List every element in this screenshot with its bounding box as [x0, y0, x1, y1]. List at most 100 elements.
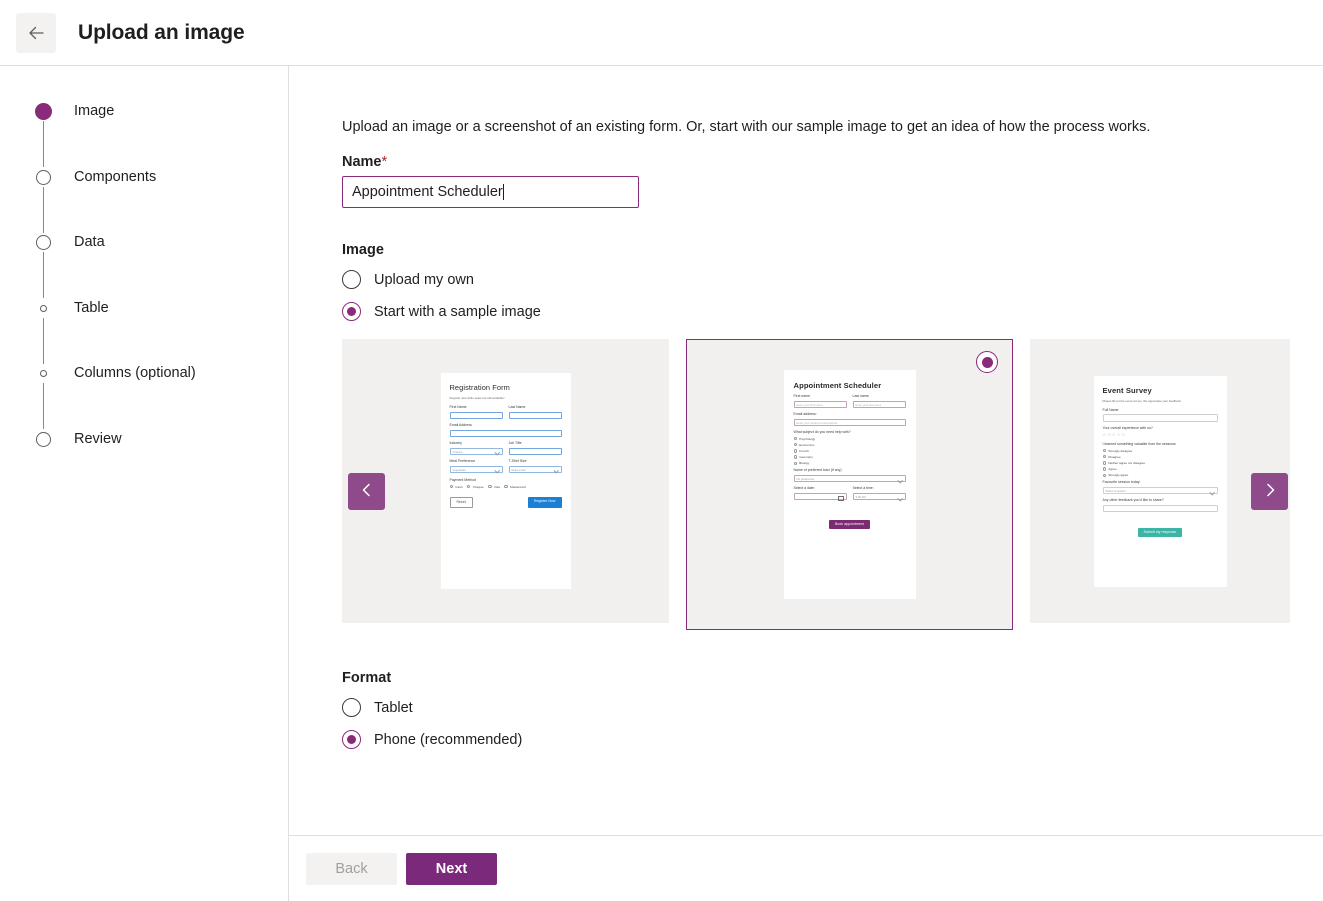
main-scroll-area: Upload an image or a screenshot of an ex… — [289, 66, 1323, 835]
preview-label: Meal Preference — [449, 459, 476, 463]
preview-radio: Economics — [793, 442, 906, 447]
radio-start-with-sample[interactable]: Start with a sample image — [342, 302, 1323, 321]
preview-radio: Neither agree nor disagree — [1102, 461, 1218, 465]
preview-radio-label: Strongly disagree — [1108, 448, 1133, 453]
radio-label: Phone (recommended) — [374, 731, 523, 748]
back-button[interactable]: Back — [306, 852, 397, 885]
preview-subtitle: Please fill out the event survey. We app… — [1102, 398, 1182, 403]
preview-select: Finance — [449, 447, 503, 455]
step-connector — [43, 252, 45, 298]
preview-reset-button: Reset — [449, 496, 473, 508]
preview-label: First name — [793, 394, 811, 398]
next-button[interactable]: Next — [406, 852, 497, 885]
radio-label: Upload my own — [374, 271, 474, 288]
preview-label: Email address: — [793, 412, 817, 416]
preview-radio-label: Cheque — [472, 484, 484, 489]
step-connector — [43, 186, 45, 233]
preview-button-row: Submit my response — [1103, 520, 1218, 538]
preview-label: Email Address — [449, 423, 472, 427]
preview-radio-label: Mastercard — [510, 484, 526, 489]
preview-input — [508, 411, 562, 419]
preview-radio-label: Strongly agree — [1108, 473, 1129, 478]
preview-input — [1102, 414, 1218, 422]
sample-image-carousel: Registration Form Register now while sea… — [342, 339, 1294, 630]
preview-radio-label: Cash — [455, 484, 463, 489]
preview-label: Your overall experience with us? — [1102, 425, 1153, 430]
sidebar-step-label: Table — [74, 299, 109, 316]
preview-select-value: No preference — [796, 476, 815, 481]
preview-input — [508, 447, 562, 455]
appointment-scheduler-preview: Appointment Scheduler First name Enter y… — [783, 370, 916, 599]
name-field-label: Name* — [342, 154, 1323, 170]
required-asterisk: * — [381, 154, 388, 170]
preview-label: Job Title — [508, 441, 522, 445]
preview-title: Event Survey — [1102, 385, 1152, 395]
step-marker — [35, 168, 52, 186]
chevron-right-icon — [1262, 482, 1278, 501]
preview-select-value: 9:00 AM — [855, 494, 866, 499]
radio-format-tablet[interactable]: Tablet — [342, 698, 1323, 717]
preview-radio: Cash — [449, 484, 463, 489]
wizard-footer: Back Next — [289, 835, 1323, 901]
preview-radio-label: French — [799, 448, 809, 453]
sidebar-step-columns[interactable]: Columns (optional) — [35, 363, 288, 429]
preview-button-row: Reset Register Now — [449, 496, 562, 508]
step-connector — [43, 317, 45, 364]
preview-radio-label: Visa — [493, 484, 500, 489]
preview-radio: Cheque — [467, 485, 484, 489]
preview-submit-button: Book appointment — [829, 519, 870, 529]
sidebar-step-image[interactable]: Image — [35, 101, 288, 167]
preview-select: Select a session — [1102, 486, 1218, 495]
radio-upload-my-own[interactable]: Upload my own — [342, 270, 1323, 289]
back-arrow-button[interactable] — [16, 12, 56, 53]
preview-input — [1102, 504, 1218, 513]
name-input[interactable]: Appointment Scheduler — [342, 176, 639, 208]
preview-select: No preference — [793, 474, 906, 483]
preview-label: Name of preferred tutor (if any) — [793, 468, 842, 473]
preview-radio-label: Geometry — [799, 455, 813, 460]
sample-card-selected-radio-icon[interactable] — [976, 351, 998, 373]
preview-radio: Biology — [793, 461, 906, 465]
preview-radio: Visa — [488, 485, 500, 489]
preview-select-value: Finance — [452, 449, 463, 454]
preview-placeholder: Enter your last name — [855, 402, 882, 407]
step-marker-sub — [35, 299, 52, 317]
event-survey-preview: Event Survey Please fill out the event s… — [1093, 375, 1227, 587]
sidebar-step-table[interactable]: Table — [35, 298, 288, 364]
sidebar-step-components[interactable]: Components — [35, 167, 288, 233]
preview-placeholder: Enter your student email address — [796, 420, 838, 425]
preview-select-value: Vegetarian — [452, 467, 466, 472]
preview-radio-label: Agree — [1108, 467, 1117, 472]
preview-radio-group: Psychology Economics French Geometry Bio… — [793, 437, 906, 465]
radio-format-phone[interactable]: Phone (recommended) — [342, 730, 1323, 749]
step-marker-active — [35, 103, 52, 120]
preview-radio: Strongly disagree — [1102, 448, 1218, 453]
carousel-prev-button[interactable] — [348, 473, 385, 510]
sidebar-step-review[interactable]: Review — [35, 429, 288, 495]
preview-input — [449, 411, 503, 419]
radio-icon — [342, 270, 361, 289]
sidebar-step-label: Image — [74, 103, 115, 119]
preview-select: Vegetarian — [449, 465, 503, 473]
sample-card-registration-form[interactable]: Registration Form Register now while sea… — [342, 339, 669, 623]
format-section-title: Format — [342, 670, 392, 686]
preview-select: 9:00 AM — [852, 492, 906, 501]
sample-card-appointment-scheduler[interactable]: Appointment Scheduler First name Enter y… — [686, 339, 1013, 630]
radio-icon-selected — [342, 302, 361, 321]
preview-radio-label: Disagree — [1108, 454, 1121, 459]
sidebar-step-label: Components — [74, 168, 157, 185]
sidebar-step-data[interactable]: Data — [35, 232, 288, 298]
preview-radio: French — [793, 448, 906, 453]
page-title: Upload an image — [78, 20, 245, 44]
carousel-next-button[interactable] — [1251, 473, 1288, 510]
name-input-value: Appointment Scheduler — [352, 184, 503, 200]
image-section-title: Image — [342, 242, 384, 258]
preview-radio: Psychology — [793, 437, 906, 441]
sidebar-step-label: Columns (optional) — [74, 365, 196, 381]
app-header: Upload an image — [0, 0, 1323, 66]
preview-button-row: Book appointment — [794, 512, 906, 530]
preview-submit-button: Submit my response — [1137, 527, 1183, 537]
preview-radio: Disagree — [1102, 454, 1218, 459]
preview-radio-label: Economics — [799, 442, 815, 447]
radio-icon — [342, 698, 361, 717]
